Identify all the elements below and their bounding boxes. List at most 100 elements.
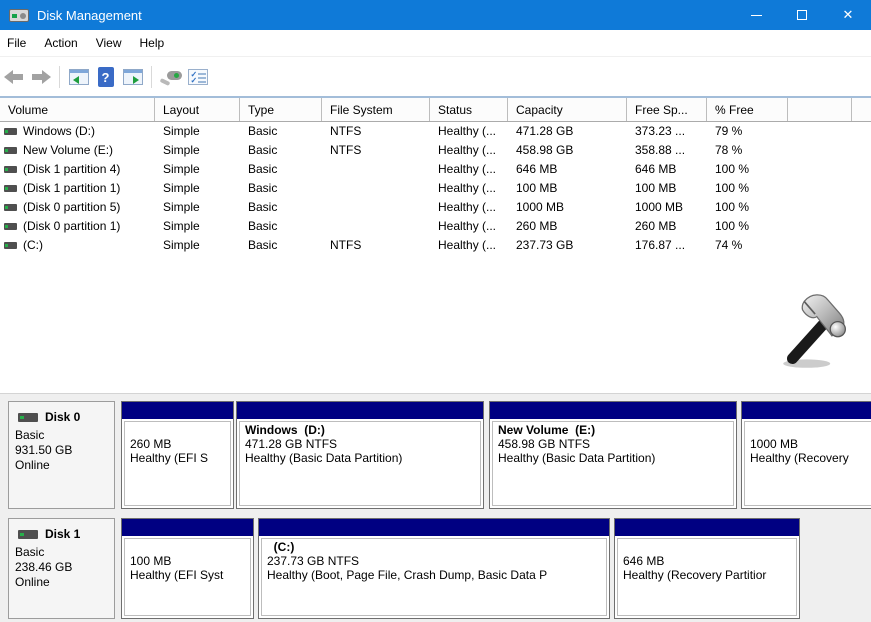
- cell-type: Basic: [240, 160, 322, 179]
- disk0-label-panel[interactable]: Disk 0 Basic 931.50 GB Online: [8, 401, 115, 509]
- maximize-button[interactable]: [779, 0, 825, 30]
- cell-capacity: 458.98 GB: [508, 141, 627, 160]
- partition-disk1-efi[interactable]: 100 MB Healthy (EFI Syst: [121, 518, 254, 619]
- partition-disk1-recovery[interactable]: 646 MB Healthy (Recovery Partitior: [614, 518, 800, 619]
- col-header-pct-free[interactable]: % Free: [707, 98, 788, 121]
- table-row[interactable]: Windows (D:) Simple Basic NTFS Healthy (…: [0, 122, 871, 141]
- magnifier-button[interactable]: [157, 64, 184, 90]
- cell-status: Healthy (...: [430, 160, 508, 179]
- menu-action[interactable]: Action: [35, 30, 86, 57]
- cell-capacity: 646 MB: [508, 160, 627, 179]
- forward-button[interactable]: [27, 64, 54, 90]
- table-row[interactable]: (Disk 0 partition 1) Simple Basic Health…: [0, 217, 871, 236]
- title-bar: Disk Management ✕: [0, 0, 871, 30]
- cell-status: Healthy (...: [430, 179, 508, 198]
- cell-layout: Simple: [155, 122, 240, 141]
- volume-name: (Disk 0 partition 5): [23, 198, 120, 217]
- col-header-type[interactable]: Type: [240, 98, 322, 121]
- cell-free: 646 MB: [627, 160, 707, 179]
- checklist-icon: ✓✓: [188, 69, 208, 85]
- table-row[interactable]: (Disk 1 partition 1) Simple Basic Health…: [0, 179, 871, 198]
- partition-disk0-efi[interactable]: 260 MB Healthy (EFI S: [121, 401, 234, 509]
- menu-help[interactable]: Help: [131, 30, 174, 57]
- partition-disk0-recovery[interactable]: 1000 MB Healthy (Recovery: [741, 401, 871, 509]
- cell-status: Healthy (...: [430, 217, 508, 236]
- cell-type: Basic: [240, 236, 322, 255]
- volume-icon: [4, 128, 17, 135]
- col-header-free-space[interactable]: Free Sp...: [627, 98, 707, 121]
- hammer-image: [778, 288, 864, 372]
- table-row[interactable]: (Disk 0 partition 5) Simple Basic Health…: [0, 198, 871, 217]
- partition-status: Healthy (Basic Data Partition): [498, 451, 733, 465]
- back-button[interactable]: [0, 64, 27, 90]
- col-header-file-system[interactable]: File System: [322, 98, 430, 121]
- back-icon: [4, 70, 24, 84]
- disk-management-app-icon: [9, 9, 29, 22]
- volume-icon: [4, 185, 17, 192]
- partition-size: 1000 MB: [750, 437, 871, 451]
- toolbar-separator: [151, 66, 152, 88]
- cell-status: Healthy (...: [430, 236, 508, 255]
- help-button[interactable]: ?: [92, 64, 119, 90]
- disk-management-window: Disk Management ✕ File Action View Help …: [0, 0, 871, 622]
- cell-free: 373.23 ...: [627, 122, 707, 141]
- cell-type: Basic: [240, 122, 322, 141]
- partition-title: New Volume (E:): [498, 423, 733, 437]
- checklist-button[interactable]: ✓✓: [184, 64, 211, 90]
- partition-status: Healthy (EFI Syst: [130, 568, 250, 582]
- volume-name: New Volume (E:): [23, 141, 113, 160]
- cell-type: Basic: [240, 179, 322, 198]
- cell-layout: Simple: [155, 217, 240, 236]
- partition-caption-bar: [742, 402, 871, 419]
- partition-size: 471.28 GB NTFS: [245, 437, 480, 451]
- partition-title: [623, 540, 796, 554]
- partition-caption-bar: [122, 519, 253, 536]
- table-row[interactable]: (Disk 1 partition 4) Simple Basic Health…: [0, 160, 871, 179]
- table-row[interactable]: New Volume (E:) Simple Basic NTFS Health…: [0, 141, 871, 160]
- partition-c[interactable]: (C:) 237.73 GB NTFS Healthy (Boot, Page …: [258, 518, 610, 619]
- disk1-label-panel[interactable]: Disk 1 Basic 238.46 GB Online: [8, 518, 115, 619]
- cell-pct: 100 %: [707, 198, 788, 217]
- minimize-button[interactable]: [733, 0, 779, 30]
- col-header-status[interactable]: Status: [430, 98, 508, 121]
- cell-free: 176.87 ...: [627, 236, 707, 255]
- volume-name: (C:): [23, 236, 43, 255]
- menu-file[interactable]: File: [0, 30, 35, 57]
- cell-fs: NTFS: [322, 122, 430, 141]
- minimize-icon: [751, 15, 762, 16]
- cell-layout: Simple: [155, 141, 240, 160]
- volume-list-header: Volume Layout Type File System Status Ca…: [0, 98, 871, 122]
- cell-free: 100 MB: [627, 179, 707, 198]
- partition-title: (C:): [267, 540, 606, 554]
- partition-caption-bar: [237, 402, 483, 419]
- disk-name: Disk 0: [45, 410, 80, 424]
- close-button[interactable]: ✕: [825, 0, 871, 30]
- partition-status: Healthy (Recovery: [750, 451, 871, 465]
- partition-new-volume-e[interactable]: New Volume (E:) 458.98 GB NTFS Healthy (…: [489, 401, 737, 509]
- cell-layout: Simple: [155, 236, 240, 255]
- magnifier-icon: [160, 69, 182, 85]
- close-icon: ✕: [843, 7, 854, 23]
- graphical-view: Disk 0 Basic 931.50 GB Online 260 MB Hea…: [0, 393, 871, 622]
- partition-title: [130, 423, 230, 437]
- col-header-capacity[interactable]: Capacity: [508, 98, 627, 121]
- col-header-volume[interactable]: Volume: [0, 98, 155, 121]
- partition-size: 237.73 GB NTFS: [267, 554, 606, 568]
- volume-icon: [4, 242, 17, 249]
- cell-type: Basic: [240, 217, 322, 236]
- col-header-layout[interactable]: Layout: [155, 98, 240, 121]
- disk-state: Online: [15, 575, 108, 590]
- partition-size: 100 MB: [130, 554, 250, 568]
- cell-pct: 79 %: [707, 122, 788, 141]
- show-console-tree-button[interactable]: [65, 64, 92, 90]
- partition-windows-d[interactable]: Windows (D:) 471.28 GB NTFS Healthy (Bas…: [236, 401, 484, 509]
- volume-icon: [4, 166, 17, 173]
- cell-free: 260 MB: [627, 217, 707, 236]
- volume-name: (Disk 1 partition 1): [23, 179, 120, 198]
- show-action-pane-button[interactable]: [119, 64, 146, 90]
- menu-view[interactable]: View: [87, 30, 131, 57]
- cell-fs: NTFS: [322, 236, 430, 255]
- help-icon: ?: [98, 67, 114, 87]
- table-row[interactable]: (C:) Simple Basic NTFS Healthy (... 237.…: [0, 236, 871, 255]
- volume-name: (Disk 1 partition 4): [23, 160, 120, 179]
